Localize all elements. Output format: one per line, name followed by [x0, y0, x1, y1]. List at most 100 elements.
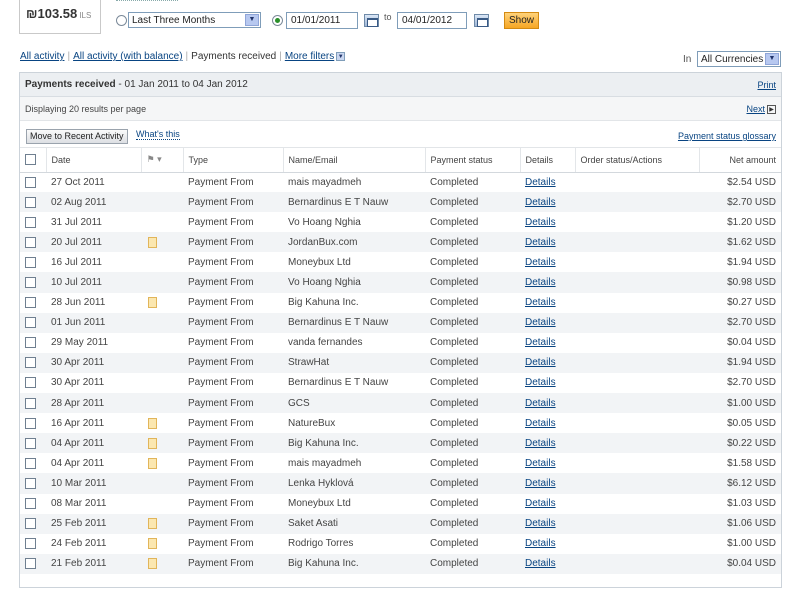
- details-link[interactable]: Details: [525, 438, 556, 449]
- row-name: Moneybux Ltd: [288, 256, 351, 268]
- date-from-input[interactable]: 01/01/2011: [286, 12, 358, 29]
- row-details-cell: Details: [520, 393, 575, 414]
- details-link[interactable]: Details: [525, 518, 556, 529]
- note-icon[interactable]: [148, 538, 157, 550]
- row-type: Payment From: [188, 538, 254, 550]
- row-checkbox[interactable]: [25, 276, 36, 288]
- row-checkbox[interactable]: [25, 457, 36, 469]
- details-link[interactable]: Details: [525, 357, 556, 368]
- row-checkbox[interactable]: [25, 377, 36, 389]
- currency-select[interactable]: All Currencies ▼: [697, 51, 781, 67]
- chevron-right-icon[interactable]: ▶: [767, 105, 776, 115]
- tab-payments-received[interactable]: Payments received: [191, 51, 276, 62]
- dotted-divider: [116, 0, 178, 1]
- row-status: Completed: [425, 393, 520, 414]
- payments-panel: Payments received - 01 Jan 2011 to 04 Ja…: [19, 72, 782, 588]
- next-page[interactable]: Next ▶: [746, 104, 776, 115]
- flag-icon[interactable]: ⚑ ▾: [147, 154, 162, 165]
- details-link[interactable]: Details: [525, 277, 556, 288]
- row-checkbox[interactable]: [25, 558, 36, 570]
- details-link[interactable]: Details: [525, 458, 556, 469]
- details-link[interactable]: Details: [525, 398, 556, 409]
- row-checkbox[interactable]: [25, 437, 36, 449]
- row-checkbox[interactable]: [25, 477, 36, 489]
- row-net-amount: $1.58 USD: [727, 457, 776, 469]
- results-per-page-text: Displaying 20 results per page: [25, 104, 147, 114]
- row-order-status: [575, 553, 699, 574]
- row-name: mais mayadmeh: [288, 457, 362, 469]
- calendar-icon[interactable]: [474, 14, 489, 27]
- details-link[interactable]: Details: [525, 538, 556, 549]
- period-radio[interactable]: [116, 15, 127, 26]
- whats-this-link[interactable]: What's this: [136, 129, 180, 140]
- header-status: Payment status: [425, 148, 521, 173]
- period-select[interactable]: Last Three Months ▼: [128, 12, 261, 28]
- note-icon[interactable]: [148, 518, 157, 530]
- row-checkbox[interactable]: [25, 317, 36, 329]
- note-icon[interactable]: [148, 437, 157, 449]
- row-checkbox[interactable]: [25, 196, 36, 208]
- row-details-cell: Details: [520, 172, 575, 192]
- table-row: 30 Apr 2011 Payment From StrawHat Completed…: [20, 352, 781, 373]
- select-all-checkbox[interactable]: [25, 154, 36, 166]
- note-icon[interactable]: [148, 417, 157, 429]
- row-checkbox[interactable]: [25, 216, 36, 228]
- row-checkbox[interactable]: [25, 176, 36, 188]
- row-checkbox[interactable]: [25, 397, 36, 409]
- tab-all-activity[interactable]: All activity: [20, 51, 64, 62]
- note-icon[interactable]: [148, 558, 157, 570]
- chevron-down-icon[interactable]: ▼: [336, 51, 346, 61]
- row-checkbox[interactable]: [25, 337, 36, 349]
- details-link[interactable]: Details: [525, 237, 556, 248]
- payment-status-glossary-link[interactable]: Payment status glossary: [678, 131, 776, 141]
- row-checkbox[interactable]: [25, 497, 36, 509]
- row-details-cell: Details: [520, 312, 575, 333]
- row-order-status: [575, 232, 699, 253]
- details-link[interactable]: Details: [525, 297, 556, 308]
- details-link[interactable]: Details: [525, 377, 556, 388]
- row-type: Payment From: [183, 393, 283, 414]
- row-checkbox[interactable]: [25, 518, 36, 530]
- show-button[interactable]: Show: [504, 12, 539, 29]
- row-date: 04 Apr 2011: [46, 433, 141, 454]
- balance-box: ₪103.58 ILS: [19, 0, 101, 34]
- details-link[interactable]: Details: [525, 337, 556, 348]
- details-link[interactable]: Details: [525, 257, 556, 268]
- next-link[interactable]: Next: [746, 104, 765, 114]
- row-checkbox[interactable]: [25, 357, 36, 369]
- row-checkbox[interactable]: [25, 417, 36, 429]
- row-checkbox-cell: [20, 513, 46, 534]
- date-range-radio[interactable]: [272, 15, 283, 26]
- row-note-cell: [141, 393, 183, 414]
- row-status: Completed: [430, 337, 479, 349]
- row-type: Payment From: [188, 457, 254, 469]
- print-link[interactable]: Print: [757, 80, 776, 90]
- row-status: Completed: [425, 312, 520, 333]
- note-icon[interactable]: [148, 236, 157, 248]
- date-to-input[interactable]: 04/01/2012: [397, 12, 467, 29]
- row-date: 02 Aug 2011: [46, 192, 141, 213]
- details-link[interactable]: Details: [525, 177, 556, 188]
- row-checkbox[interactable]: [25, 236, 36, 248]
- details-link[interactable]: Details: [525, 317, 556, 328]
- details-link[interactable]: Details: [525, 558, 556, 569]
- note-icon[interactable]: [148, 297, 157, 309]
- row-status: Completed: [425, 352, 520, 373]
- header-date[interactable]: Date: [46, 148, 142, 173]
- details-link[interactable]: Details: [525, 498, 556, 509]
- row-order-status: [575, 473, 699, 494]
- row-checkbox[interactable]: [25, 538, 36, 550]
- row-type: Payment From: [188, 377, 254, 389]
- note-icon[interactable]: [148, 457, 157, 469]
- header-flag[interactable]: ⚑ ▾: [141, 148, 184, 173]
- details-link[interactable]: Details: [525, 197, 556, 208]
- row-checkbox[interactable]: [25, 297, 36, 309]
- more-filters-link[interactable]: More filters: [285, 51, 334, 62]
- details-link[interactable]: Details: [525, 217, 556, 228]
- row-checkbox[interactable]: [25, 256, 36, 268]
- details-link[interactable]: Details: [525, 478, 556, 489]
- move-to-recent-activity-button[interactable]: Move to Recent Activity: [26, 129, 128, 144]
- tab-all-activity-balance[interactable]: All activity (with balance): [73, 51, 182, 62]
- calendar-icon[interactable]: [364, 14, 379, 27]
- details-link[interactable]: Details: [525, 418, 556, 429]
